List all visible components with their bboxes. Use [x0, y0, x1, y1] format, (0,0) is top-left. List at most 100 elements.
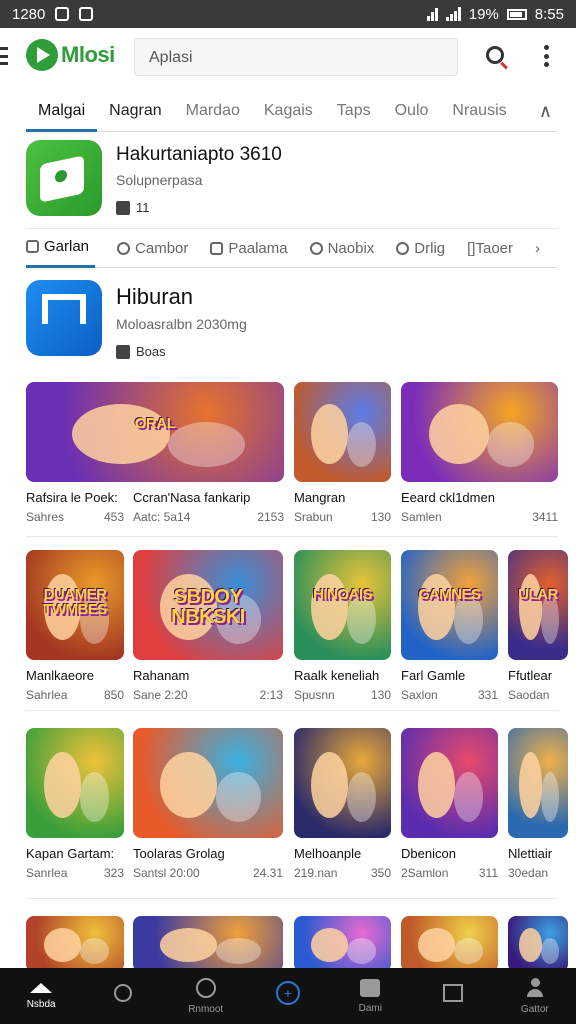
tab-taoer[interactable]: []Taoer: [467, 228, 513, 268]
age-rating-icon: [116, 344, 130, 359]
game-thumbnail[interactable]: [26, 916, 124, 972]
character-art: [541, 772, 559, 822]
featured-app[interactable]: Hakurtaniapto 3610 Solupnerpasa 11: [26, 140, 282, 216]
game-card[interactable]: Kapan Gartam: Sanrlea 323: [26, 728, 124, 880]
character-art: [311, 574, 349, 641]
app-logo[interactable]: Mlosi: [26, 39, 115, 71]
nav-games[interactable]: Dami: [329, 968, 411, 1024]
collapse-tabs-icon[interactable]: ∧: [539, 101, 558, 122]
tab-malgai[interactable]: Malgai: [26, 92, 98, 132]
game-meta-right: 331: [477, 688, 498, 702]
tab-cambor[interactable]: Cambor: [117, 228, 188, 268]
game-thumbnail[interactable]: [508, 728, 568, 838]
game-thumbnail[interactable]: DUAMER TWMBES: [26, 550, 124, 660]
dice-app-icon[interactable]: [26, 140, 102, 216]
character-art: [418, 928, 456, 962]
game-title: Melhoanple: [294, 846, 362, 861]
game-card[interactable]: [401, 916, 498, 972]
game-thumbnail[interactable]: [294, 916, 391, 972]
nav-profile[interactable]: Gattor: [494, 968, 576, 1024]
tab-mardao[interactable]: Mardao: [174, 92, 252, 132]
game-card[interactable]: Nlettiair 30edan: [508, 728, 568, 880]
hiburan-app-icon[interactable]: [26, 280, 102, 356]
bottom-navigation: Nsbda Rnmoot + Dami Gattor: [0, 968, 576, 1024]
game-card[interactable]: Mangran Srabun 130: [294, 382, 391, 524]
tab-taps[interactable]: Taps: [325, 92, 383, 132]
row-divider: [26, 898, 558, 899]
game-thumbnail-caption: DUAMER TWMBES: [43, 586, 107, 619]
window-icon: [442, 984, 463, 1002]
tab-kagais[interactable]: Kagais: [252, 92, 325, 132]
game-card[interactable]: [26, 916, 124, 972]
game-thumbnail[interactable]: [133, 916, 283, 972]
section-badge-text: Boas: [136, 344, 166, 359]
game-thumbnail[interactable]: [294, 728, 391, 838]
game-card[interactable]: [133, 916, 283, 972]
tab-naobix[interactable]: Naobix: [309, 228, 374, 268]
game-thumbnail[interactable]: ULAR: [508, 550, 568, 660]
game-card[interactable]: CAMNES Farl Gamle Saxlon 331: [401, 550, 498, 702]
tab-oulo[interactable]: Oulo: [383, 92, 441, 132]
nav-search[interactable]: [82, 968, 164, 1024]
game-thumbnail[interactable]: [294, 382, 391, 482]
game-card[interactable]: DUAMER TWMBES Manlkaeore Sahrlea 850: [26, 550, 124, 702]
section-app[interactable]: Hiburan Moloasralbn 2030mg Boas: [26, 280, 247, 359]
game-thumbnail[interactable]: [508, 916, 568, 972]
game-card[interactable]: ULAR Ffutlear Saodan: [508, 550, 568, 702]
character-art: [454, 938, 484, 964]
character-art: [347, 772, 377, 822]
app-bar: Mlosi Aplasi: [0, 28, 576, 86]
game-card[interactable]: Dbenicon 2Samlon 311: [401, 728, 498, 880]
tab-nagran[interactable]: Nagran: [97, 92, 173, 132]
game-meta: Srabun 130: [294, 510, 391, 524]
character-art: [311, 404, 349, 464]
game-thumbnail[interactable]: [401, 382, 558, 482]
battery-icon: [506, 8, 527, 20]
game-thumbnail[interactable]: [401, 728, 498, 838]
featured-app-rating: 11: [116, 200, 282, 215]
person-icon: [26, 240, 39, 253]
menu-icon[interactable]: [0, 47, 8, 65]
character-art: [429, 404, 489, 464]
game-thumbnail[interactable]: HINOAIS: [294, 550, 391, 660]
game-thumbnail[interactable]: [26, 728, 124, 838]
game-meta: 30edan: [508, 866, 568, 880]
filter-tabs: Garlan Cambor Paalama Naobix Drlig []Tao…: [26, 228, 558, 268]
nav-rnmoot[interactable]: Rnmoot: [165, 968, 247, 1024]
tab-paalama[interactable]: Paalama: [210, 228, 288, 268]
tab-nrausis[interactable]: Nrausis: [440, 92, 518, 132]
tab-drlig[interactable]: Drlig: [396, 228, 445, 268]
game-meta-left: 2Samlon: [401, 866, 449, 880]
search-input[interactable]: Aplasi: [134, 38, 458, 76]
game-card[interactable]: [508, 916, 568, 972]
game-card[interactable]: SBDOY NBKSKI Rahanam Sane 2:20 2:13: [133, 550, 283, 702]
featured-app-title: Hakurtaniapto 3610: [116, 144, 282, 165]
nav-home[interactable]: Nsbda: [0, 968, 82, 1024]
character-art: [541, 938, 559, 964]
character-art: [215, 772, 261, 822]
battery-percent: 19%: [468, 5, 499, 23]
game-card[interactable]: HINOAIS Raalk keneliah Spusnn 130: [294, 550, 391, 702]
tabs-more-icon[interactable]: ›: [535, 228, 540, 268]
game-card[interactable]: Ccran'Nasa fankarip Aatc: 5a14 2153: [133, 482, 284, 524]
game-thumbnail[interactable]: ORAL: [26, 382, 284, 482]
nav-center[interactable]: +: [247, 968, 329, 1024]
game-thumbnail[interactable]: CAMNES: [401, 550, 498, 660]
notification-icon: [55, 7, 70, 21]
featured-app-badge-text: 11: [136, 200, 150, 215]
more-options-icon[interactable]: [543, 45, 549, 67]
game-card[interactable]: Eeard ckl1dmen Samlen 3411: [401, 382, 558, 524]
section-title: Hiburan: [116, 284, 194, 309]
game-meta-right: 2:13: [259, 688, 283, 702]
game-meta-left: Samlen: [401, 510, 442, 524]
tab-garlan[interactable]: Garlan: [26, 228, 96, 268]
game-thumbnail[interactable]: [401, 916, 498, 972]
game-card[interactable]: Melhoanple 219.nan 350: [294, 728, 391, 880]
game-card[interactable]: Toolaras Grolag Santsl 20:00 24.31: [133, 728, 283, 880]
game-card[interactable]: [294, 916, 391, 972]
game-thumbnail[interactable]: [133, 728, 283, 838]
game-title: Kapan Gartam:: [26, 846, 115, 861]
search-icon[interactable]: [486, 46, 504, 64]
game-thumbnail[interactable]: SBDOY NBKSKI: [133, 550, 283, 660]
nav-windows[interactable]: [411, 968, 493, 1024]
